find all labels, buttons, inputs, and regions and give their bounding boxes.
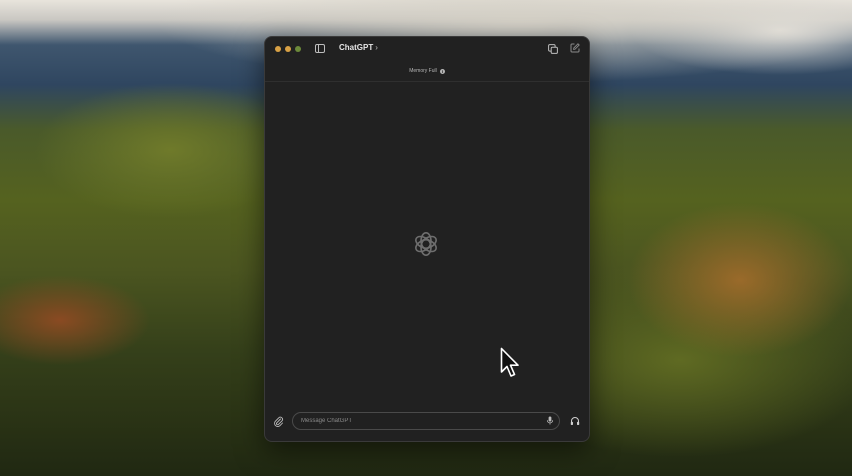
chatgpt-window: ChatGPT › Memory Full [264,36,590,442]
info-icon [439,68,445,74]
share-icon[interactable] [548,44,558,54]
close-window-button[interactable] [275,46,281,52]
paperclip-icon[interactable] [273,416,284,427]
title-bar: ChatGPT › [265,37,589,61]
openai-logo-icon [415,232,437,256]
message-input-box[interactable] [292,412,560,430]
new-chat-icon[interactable] [570,43,580,53]
memory-status-label: Memory Full [409,68,437,74]
window-title: ChatGPT [339,43,374,52]
chevron-right-icon: › [375,43,378,52]
model-selector[interactable]: ChatGPT › [339,43,378,52]
minimize-window-button[interactable] [285,46,291,52]
mouse-pointer-icon [500,347,519,377]
maximize-window-button[interactable] [295,46,301,52]
headphones-icon[interactable] [570,416,580,426]
message-input[interactable] [301,413,531,429]
memory-status[interactable]: Memory Full [265,61,589,82]
message-composer [265,405,589,441]
microphone-icon[interactable] [546,416,554,425]
sidebar-icon[interactable] [315,44,325,53]
